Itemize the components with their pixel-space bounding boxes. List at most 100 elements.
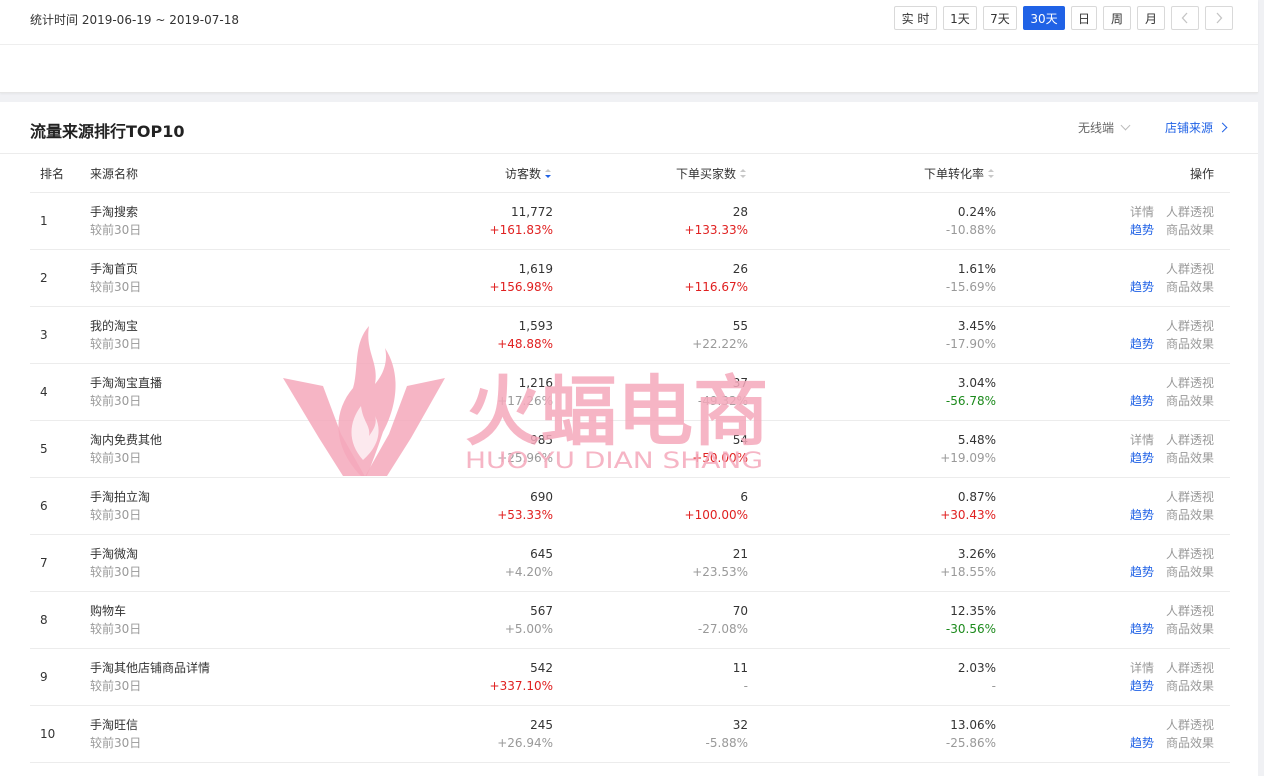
store-source-link[interactable]: 店铺来源 <box>1165 119 1228 136</box>
visitors-value: 567 <box>530 604 553 618</box>
source-name-cell: 手淘微淘 较前30日 <box>90 534 390 592</box>
trend-link[interactable]: 趋势 <box>1130 563 1154 581</box>
conversion-cell: 12.35% -30.56% <box>748 591 996 649</box>
goods-effect-link[interactable]: 商品效果 <box>1166 563 1214 581</box>
conversion-value: 12.35% <box>950 604 996 618</box>
conversion-value: 13.06% <box>950 718 996 732</box>
buyers-value: 28 <box>732 205 748 219</box>
crowd-insight-link[interactable]: 人群透视 <box>1166 545 1214 563</box>
source-name-cell: 手淘首页 较前30日 <box>90 249 390 307</box>
range-button-day[interactable]: 日 <box>1071 6 1097 30</box>
header-visitors[interactable]: 访客数 <box>390 154 553 193</box>
rank-cell: 7 <box>30 534 90 592</box>
ops-row-top: 人群透视 <box>996 716 1214 734</box>
source-name-cell: 手淘拍立淘 较前30日 <box>90 477 390 535</box>
goods-effect-link[interactable]: 商品效果 <box>1166 677 1214 695</box>
trend-link[interactable]: 趋势 <box>1130 734 1154 752</box>
crowd-insight-link[interactable]: 人群透视 <box>1166 203 1214 221</box>
prev-period-button[interactable] <box>1171 6 1199 30</box>
buyers-cell: 55 +22.22% <box>553 306 748 364</box>
visitors-value: 245 <box>530 718 553 732</box>
rank-value: 3 <box>40 328 48 342</box>
ops-cell: 人群透视 趋势 商品效果 <box>996 591 1230 649</box>
buyers-cell: 28 +133.33% <box>553 192 748 250</box>
rank-cell: 10 <box>30 705 90 763</box>
trend-link[interactable]: 趋势 <box>1130 620 1154 638</box>
conversion-cell: 13.06% -25.86% <box>748 705 996 763</box>
trend-link[interactable]: 趋势 <box>1130 278 1154 296</box>
table-row: 10 手淘旺信 较前30日 245 +26.94% 32 -5.88% 13.06% -25.8… <box>30 705 1230 763</box>
table-header-row: 排名 来源名称 访客数 下单买家数 下单转化率 操作 <box>30 154 1230 193</box>
detail-link[interactable]: 详情 <box>1130 203 1154 221</box>
range-button-7day[interactable]: 7天 <box>983 6 1017 30</box>
buyers-value: 70 <box>732 604 748 618</box>
rank-cell: 4 <box>30 363 90 421</box>
buyers-change: -49.32% <box>697 394 748 408</box>
buyers-value: 54 <box>732 433 748 447</box>
buyers-change: +133.33% <box>684 223 748 237</box>
header-conversion[interactable]: 下单转化率 <box>748 154 996 193</box>
visitors-change: +25.96% <box>497 451 553 465</box>
goods-effect-link[interactable]: 商品效果 <box>1166 392 1214 410</box>
goods-effect-link[interactable]: 商品效果 <box>1166 620 1214 638</box>
ops-row-top: 详情 人群透视 <box>996 203 1214 221</box>
trend-link[interactable]: 趋势 <box>1130 335 1154 353</box>
source-name-cell: 手淘淘宝直播 较前30日 <box>90 363 390 421</box>
conversion-change: -56.78% <box>945 394 996 408</box>
buyers-value: 55 <box>732 319 748 333</box>
range-button-month[interactable]: 月 <box>1137 6 1165 30</box>
trend-link[interactable]: 趋势 <box>1130 221 1154 239</box>
crowd-insight-link[interactable]: 人群透视 <box>1166 431 1214 449</box>
device-select[interactable]: 无线端 <box>1078 119 1131 136</box>
range-button-week[interactable]: 周 <box>1103 6 1131 30</box>
rank-cell: 1 <box>30 192 90 250</box>
traffic-source-table: 排名 来源名称 访客数 下单买家数 下单转化率 操作 1 手淘搜索 较前30日 11,… <box>30 154 1230 763</box>
rank-cell: 6 <box>30 477 90 535</box>
ops-cell: 人群透视 趋势 商品效果 <box>996 363 1230 421</box>
goods-effect-link[interactable]: 商品效果 <box>1166 335 1214 353</box>
goods-effect-link[interactable]: 商品效果 <box>1166 278 1214 296</box>
goods-effect-link[interactable]: 商品效果 <box>1166 506 1214 524</box>
range-button-1day[interactable]: 1天 <box>943 6 977 30</box>
goods-effect-link[interactable]: 商品效果 <box>1166 221 1214 239</box>
crowd-insight-link[interactable]: 人群透视 <box>1166 317 1214 335</box>
ops-cell: 人群透视 趋势 商品效果 <box>996 249 1230 307</box>
visitors-cell: 1,216 +17.26% <box>390 363 553 421</box>
filter-bar: 统计时间 2019-06-19 ~ 2019-07-18 实 时 1天 7天 3… <box>0 0 1258 93</box>
table-row: 7 手淘微淘 较前30日 645 +4.20% 21 +23.53% 3.26% +18.55%… <box>30 534 1230 592</box>
rank-value: 5 <box>40 442 48 456</box>
crowd-insight-link[interactable]: 人群透视 <box>1166 488 1214 506</box>
range-button-30day[interactable]: 30天 <box>1023 6 1065 30</box>
conversion-value: 3.26% <box>957 547 996 561</box>
visitors-value: 1,216 <box>518 376 553 390</box>
range-button-realtime[interactable]: 实 时 <box>894 6 937 30</box>
source-name-cell: 我的淘宝 较前30日 <box>90 306 390 364</box>
crowd-insight-link[interactable]: 人群透视 <box>1166 716 1214 734</box>
goods-effect-link[interactable]: 商品效果 <box>1166 734 1214 752</box>
trend-link[interactable]: 趋势 <box>1130 449 1154 467</box>
goods-effect-link[interactable]: 商品效果 <box>1166 449 1214 467</box>
filter-strip: 统计时间 2019-06-19 ~ 2019-07-18 实 时 1天 7天 3… <box>0 0 1258 45</box>
compare-label: 较前30日 <box>90 679 142 693</box>
detail-link[interactable]: 详情 <box>1130 659 1154 677</box>
compare-label: 较前30日 <box>90 565 142 579</box>
crowd-insight-link[interactable]: 人群透视 <box>1166 659 1214 677</box>
buyers-change: -27.08% <box>697 622 748 636</box>
detail-link[interactable]: 详情 <box>1130 431 1154 449</box>
rank-value: 4 <box>40 385 48 399</box>
compare-label: 较前30日 <box>90 736 142 750</box>
crowd-insight-link[interactable]: 人群透视 <box>1166 260 1214 278</box>
conversion-change: -25.86% <box>945 736 996 750</box>
header-buyers[interactable]: 下单买家数 <box>553 154 748 193</box>
rank-cell: 8 <box>30 591 90 649</box>
sort-icon <box>988 168 996 179</box>
next-period-button[interactable] <box>1205 6 1233 30</box>
crowd-insight-link[interactable]: 人群透视 <box>1166 374 1214 392</box>
trend-link[interactable]: 趋势 <box>1130 677 1154 695</box>
trend-link[interactable]: 趋势 <box>1130 392 1154 410</box>
trend-link[interactable]: 趋势 <box>1130 506 1154 524</box>
crowd-insight-link[interactable]: 人群透视 <box>1166 602 1214 620</box>
rank-value: 8 <box>40 613 48 627</box>
visitors-value: 1,593 <box>518 319 553 333</box>
source-name: 手淘旺信 <box>90 718 139 732</box>
